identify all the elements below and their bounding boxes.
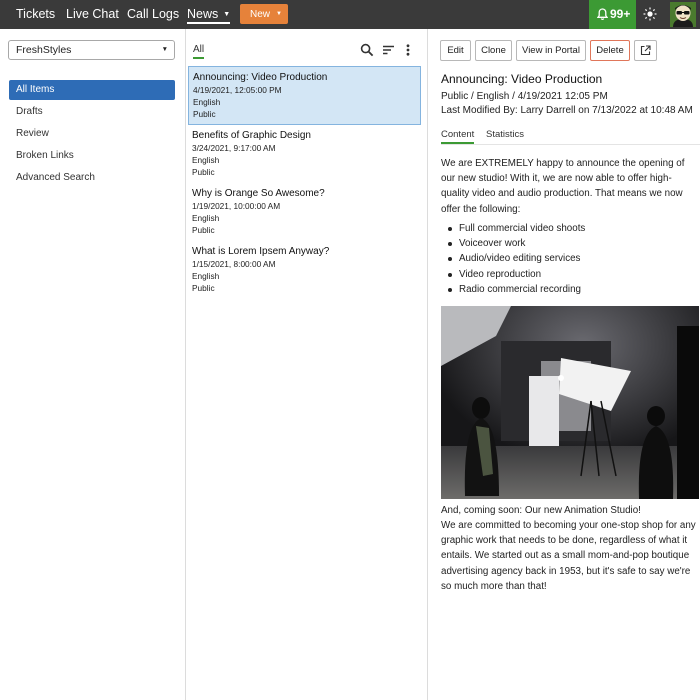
list-item-title: Benefits of Graphic Design [192, 130, 311, 141]
last-modified: Last Modified By: Larry Darrell on 7/13/… [441, 105, 693, 116]
list-item-date: 1/19/2021, 10:00:00 AM [192, 201, 281, 211]
list-item-date: 4/19/2021, 12:05:00 PM [193, 85, 282, 95]
sidebar-item-review[interactable]: Review [9, 124, 175, 144]
list-item: Voiceover work [446, 236, 585, 251]
sun-icon[interactable] [643, 7, 657, 21]
notification-count: 99+ [610, 7, 631, 21]
list-item[interactable]: Announcing: Video Production 4/19/2021, … [188, 66, 421, 125]
list-item-language: English [192, 213, 220, 223]
notifications-button[interactable]: 99+ [589, 0, 636, 29]
article-intro: We are EXTREMELY happy to announce the o… [441, 158, 685, 215]
bell-icon [597, 8, 608, 20]
clone-button[interactable]: Clone [475, 40, 512, 61]
list-item-title: What is Lorem Ipsem Anyway? [192, 246, 330, 257]
list-item-title: Why is Orange So Awesome? [192, 188, 325, 199]
list-item: Video reproduction [446, 267, 585, 282]
edit-button[interactable]: Edit [440, 40, 471, 61]
list-item-language: English [192, 271, 220, 281]
list-item-visibility: Public [192, 225, 215, 235]
new-button-label: New [250, 9, 271, 20]
list-item-date: 1/15/2021, 8:00:00 AM [192, 259, 276, 269]
studio-photo [441, 306, 699, 499]
nav-live-chat[interactable]: Live Chat [66, 0, 119, 29]
list-item-date: 3/24/2021, 9:17:00 AM [192, 143, 276, 153]
sidebar-item-advanced-search[interactable]: Advanced Search [9, 168, 175, 188]
nav-news-label: News [187, 7, 219, 21]
list-item-language: English [192, 155, 220, 165]
article-title: Announcing: Video Production [441, 72, 603, 86]
dropdown-caret-icon: ▼ [276, 11, 282, 17]
list-item-visibility: Public [192, 167, 215, 177]
external-link-icon [640, 45, 651, 56]
nav-tickets[interactable]: Tickets [16, 0, 55, 29]
coming-soon-text: And, coming soon: Our new Animation Stud… [441, 505, 641, 516]
site-select-dropdown[interactable]: FreshStyles ▼ [8, 40, 175, 60]
delete-button[interactable]: Delete [590, 40, 630, 61]
list-item: Full commercial video shoots [446, 221, 585, 236]
services-list: Full commercial video shoots Voiceover w… [446, 221, 585, 297]
list-item-language: English [193, 97, 221, 107]
site-select-value: FreshStyles [16, 44, 72, 56]
search-icon[interactable] [360, 43, 374, 57]
column-divider [185, 29, 186, 700]
list-item[interactable]: Benefits of Graphic Design 3/24/2021, 9:… [188, 128, 421, 184]
sort-icon[interactable] [382, 43, 395, 57]
tabs-divider [441, 144, 700, 145]
dropdown-caret-icon: ▼ [223, 11, 231, 18]
avatar-icon[interactable] [670, 2, 696, 27]
sidebar-item-broken-links[interactable]: Broken Links [9, 146, 175, 166]
article-meta: Public / English / 4/19/2021 12:05 PM [441, 91, 608, 102]
tab-content[interactable]: Content [441, 129, 475, 144]
list-item: Audio/video editing services [446, 251, 585, 266]
nav-news[interactable]: News ▼ [187, 4, 231, 24]
tab-all[interactable]: All [193, 44, 205, 59]
list-item-visibility: Public [192, 283, 215, 293]
column-divider [427, 29, 428, 700]
sidebar-item-all-items[interactable]: All Items [9, 80, 175, 100]
list-item-visibility: Public [193, 109, 216, 119]
view-in-portal-button[interactable]: View in Portal [516, 40, 586, 61]
list-item[interactable]: Why is Orange So Awesome? 1/19/2021, 10:… [188, 186, 421, 242]
top-navigation-bar: Tickets Live Chat Call Logs News ▼ New ▼ 9… [0, 0, 700, 29]
sidebar-item-drafts[interactable]: Drafts [9, 102, 175, 122]
more-vertical-icon[interactable] [405, 43, 411, 57]
chevron-down-icon: ▼ [161, 46, 168, 53]
list-item[interactable]: What is Lorem Ipsem Anyway? 1/15/2021, 8… [188, 244, 421, 300]
new-button[interactable]: New ▼ [240, 4, 288, 24]
list-item: Radio commercial recording [446, 282, 585, 297]
article-closing: We are committed to becoming your one-st… [441, 520, 696, 592]
open-external-button[interactable] [634, 40, 657, 61]
tab-statistics[interactable]: Statistics [486, 129, 524, 141]
nav-call-logs[interactable]: Call Logs [127, 0, 179, 29]
list-item-title: Announcing: Video Production [193, 72, 328, 83]
